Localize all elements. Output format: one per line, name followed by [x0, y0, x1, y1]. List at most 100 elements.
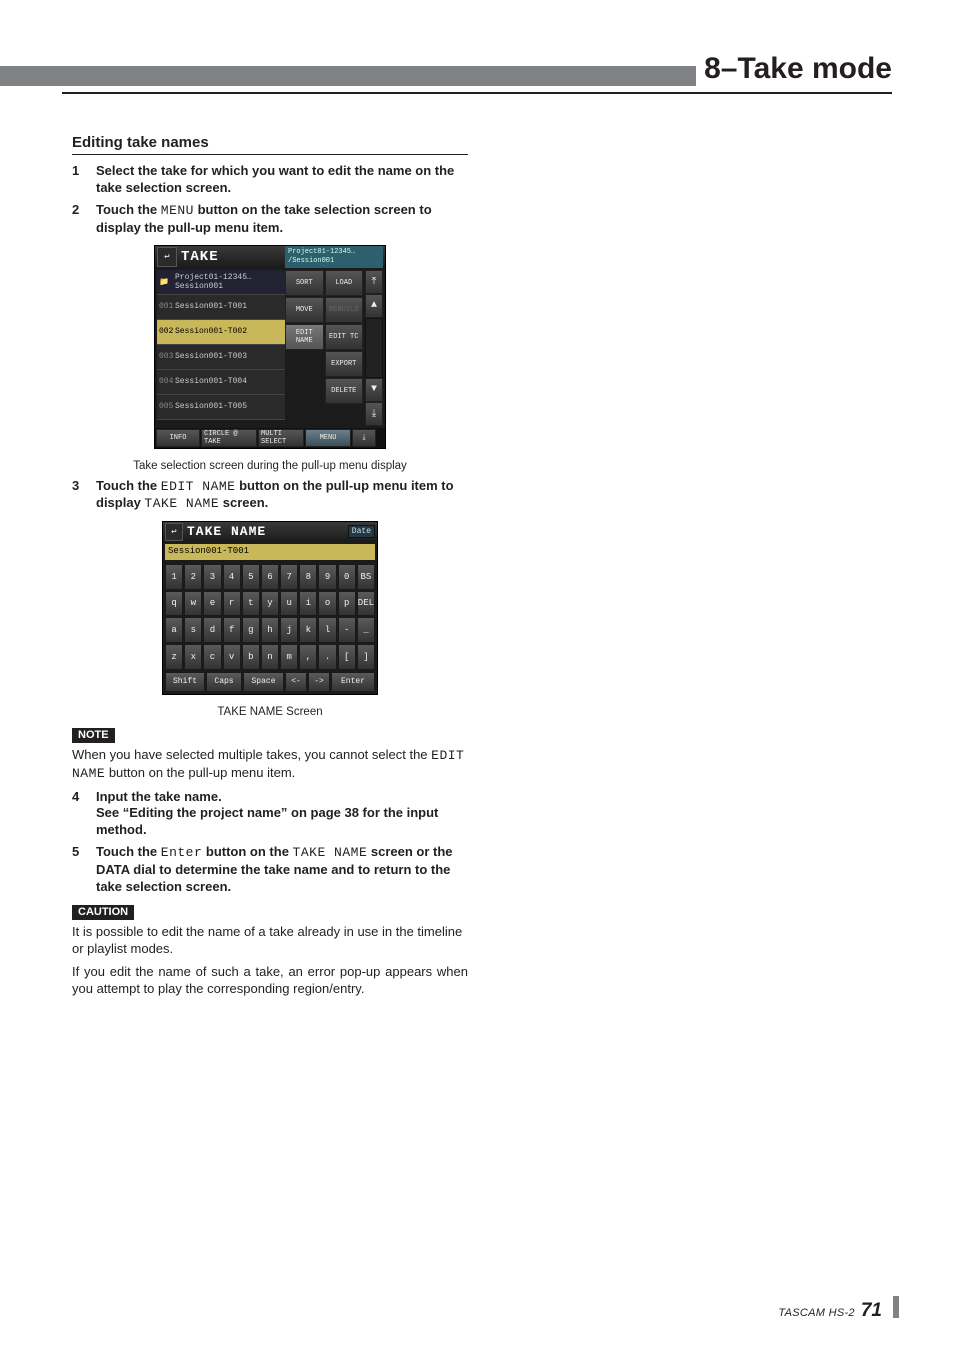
key[interactable]: 1	[165, 564, 183, 590]
key[interactable]: -	[338, 617, 356, 643]
key[interactable]: y	[261, 591, 279, 617]
key-caps[interactable]: Caps	[206, 672, 242, 692]
step-4-body: See “Editing the project name” on page 3…	[96, 805, 438, 837]
menu-export[interactable]: EXPORT	[325, 351, 364, 377]
step-number-3: 3	[72, 478, 84, 513]
key[interactable]: k	[299, 617, 317, 643]
menu-delete[interactable]: DELETE	[325, 378, 364, 404]
key[interactable]: [	[338, 644, 356, 670]
menu-edit-tc[interactable]: EDIT TC	[325, 324, 364, 350]
menu-edit-name[interactable]: EDIT NAME	[285, 324, 324, 350]
key[interactable]: ,	[299, 644, 317, 670]
key[interactable]: l	[318, 617, 336, 643]
key[interactable]: 6	[261, 564, 279, 590]
key[interactable]: p	[338, 591, 356, 617]
step-5-button-1: Enter	[161, 845, 203, 860]
scroll-down-icon[interactable]: ▼	[365, 378, 383, 402]
bottom-multi-select[interactable]: MULTI SELECT	[258, 429, 304, 447]
key[interactable]: j	[280, 617, 298, 643]
key[interactable]: _	[357, 617, 375, 643]
bottom-close-icon[interactable]: ⤓	[352, 429, 376, 447]
back-icon[interactable]: ↩	[165, 523, 183, 541]
menu-rebuild[interactable]: REBUILD	[325, 297, 364, 323]
step-4-bold: Input the take name.	[96, 789, 222, 804]
key[interactable]: 8	[299, 564, 317, 590]
take-row[interactable]: 004Session001-T004	[157, 370, 285, 395]
key[interactable]: v	[223, 644, 241, 670]
key-left-arrow[interactable]: <-	[285, 672, 307, 692]
bottom-circle-take[interactable]: CIRCLE @ TAKE	[201, 429, 257, 447]
key[interactable]: f	[223, 617, 241, 643]
note-pre: When you have selected multiple takes, y…	[72, 747, 431, 762]
key[interactable]: z	[165, 644, 183, 670]
step-3-pre: Touch the	[96, 478, 161, 493]
key[interactable]: o	[318, 591, 336, 617]
key[interactable]: 9	[318, 564, 336, 590]
key-space[interactable]: Space	[243, 672, 284, 692]
bottom-info[interactable]: INFO	[156, 429, 200, 447]
key[interactable]: a	[165, 617, 183, 643]
key[interactable]: g	[242, 617, 260, 643]
key[interactable]: n	[261, 644, 279, 670]
key[interactable]: 5	[242, 564, 260, 590]
scroll-bottom-icon[interactable]: ⤓	[365, 402, 383, 426]
date-button[interactable]: Date	[348, 525, 375, 538]
key[interactable]: r	[223, 591, 241, 617]
key-backspace[interactable]: BS	[357, 564, 375, 590]
key[interactable]: 3	[203, 564, 221, 590]
key-delete[interactable]: DEL	[357, 591, 375, 617]
step-2-text: Touch the MENU button on the take select…	[96, 202, 468, 236]
step-3-button-2: TAKE NAME	[144, 496, 219, 511]
key[interactable]: 2	[184, 564, 202, 590]
key[interactable]: 7	[280, 564, 298, 590]
key[interactable]: x	[184, 644, 202, 670]
key[interactable]: i	[299, 591, 317, 617]
footer-page-number: 71	[861, 1300, 882, 1322]
key[interactable]: u	[280, 591, 298, 617]
bottom-menu[interactable]: MENU	[305, 429, 351, 447]
session-header-text: Project01-12345…Session001	[175, 273, 283, 291]
step-4-text: Input the take name. See “Editing the pr…	[96, 789, 468, 839]
scroll-track[interactable]	[365, 318, 383, 378]
scroll-top-icon[interactable]: ⤒	[365, 270, 383, 294]
figure-1-caption: Take selection screen during the pull-up…	[72, 460, 468, 472]
take-row[interactable]: 001Session001-T001	[157, 295, 285, 320]
session-header-row[interactable]: 📁 Project01-12345…Session001	[157, 270, 285, 295]
name-input-field[interactable]: Session001-T001	[165, 544, 375, 560]
key[interactable]: ]	[357, 644, 375, 670]
step-3-button-1: EDIT NAME	[161, 479, 236, 494]
breadcrumb-line1: Project01-12345…	[288, 248, 380, 257]
breadcrumb[interactable]: Project01-12345… /Session001	[285, 246, 383, 268]
scroll-up-icon[interactable]: ▲	[365, 294, 383, 318]
take-row-selected[interactable]: 002Session001-T002	[157, 320, 285, 345]
key[interactable]: c	[203, 644, 221, 670]
key[interactable]: s	[184, 617, 202, 643]
key[interactable]: t	[242, 591, 260, 617]
key[interactable]: b	[242, 644, 260, 670]
header-grey-bar	[0, 66, 696, 86]
screenshot-take-name-keyboard: ↩ TAKE NAME Date Session001-T001 1234567…	[162, 521, 378, 695]
menu-move[interactable]: MOVE	[285, 297, 324, 323]
key-enter[interactable]: Enter	[331, 672, 375, 692]
take-row[interactable]: 005Session001-T005	[157, 395, 285, 420]
step-5-pre: Touch the	[96, 844, 161, 859]
key[interactable]: w	[184, 591, 202, 617]
menu-sort[interactable]: SORT	[285, 270, 324, 296]
key-right-arrow[interactable]: ->	[308, 672, 330, 692]
key[interactable]: e	[203, 591, 221, 617]
key[interactable]: h	[261, 617, 279, 643]
back-icon[interactable]: ↩	[157, 247, 177, 267]
section-heading: Editing take names	[72, 134, 468, 155]
key[interactable]: m	[280, 644, 298, 670]
key-shift[interactable]: Shift	[165, 672, 205, 692]
step-5-mid: button on the	[202, 844, 292, 859]
key[interactable]: 0	[338, 564, 356, 590]
take-row[interactable]: 003Session001-T003	[157, 345, 285, 370]
key[interactable]: .	[318, 644, 336, 670]
page-footer: TASCAM HS-2 71	[778, 1300, 882, 1322]
key[interactable]: 4	[223, 564, 241, 590]
key[interactable]: d	[203, 617, 221, 643]
menu-load[interactable]: LOAD	[325, 270, 364, 296]
key[interactable]: q	[165, 591, 183, 617]
step-1-text: Select the take for which you want to ed…	[96, 163, 468, 196]
